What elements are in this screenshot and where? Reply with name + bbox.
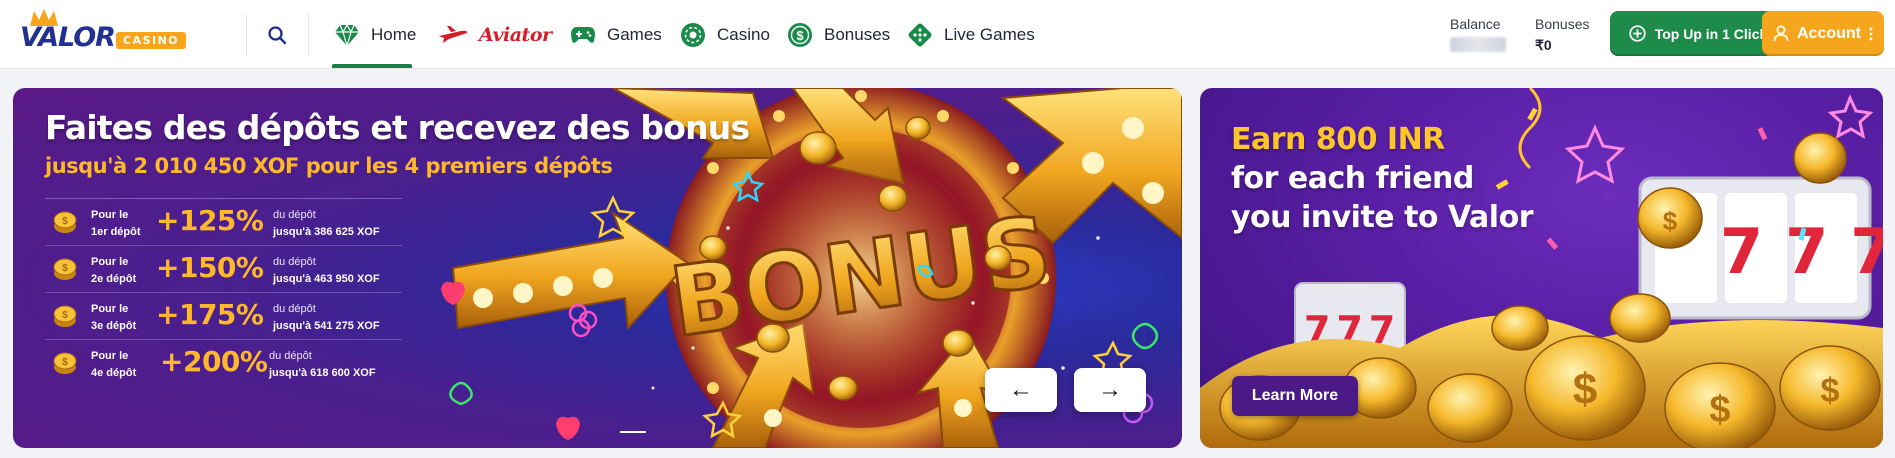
deposit-amount: jusqu'à 463 950 XOF <box>273 273 380 285</box>
carousel-pagination <box>620 431 646 433</box>
nav-active-indicator <box>332 64 412 68</box>
deposit-bonus-table: $ Pour le 1er dépôt +125% du dépôt jusqu'à… <box>45 198 402 386</box>
deposit-line2: 1er dépôt <box>91 226 141 238</box>
carousel-prev-button[interactable]: ← <box>985 368 1057 412</box>
arrow-left-icon: ← <box>1009 376 1033 403</box>
deposit-row: $ Pour le 1er dépôt +125% du dépôt jusqu'à… <box>45 198 402 245</box>
deposit-line2: 3e dépôt <box>91 320 137 332</box>
nav-home-label: Home <box>371 24 417 44</box>
brand-logo[interactable]: VALOR CASINO <box>16 8 187 58</box>
deposit-percent: +175% <box>156 298 264 331</box>
promo-title: Faites des dépôts et recevez des bonus <box>45 108 750 147</box>
deposit-row: $ Pour le 3e dépôt +175% du dépôt jusqu'à … <box>45 292 402 339</box>
nav-casino[interactable]: Casino <box>679 0 770 69</box>
dice-icon <box>906 21 934 49</box>
top-up-button[interactable]: Top Up in 1 Click <box>1610 11 1786 56</box>
svg-text:$: $ <box>1663 206 1678 236</box>
nav-games-label: Games <box>607 24 662 44</box>
deposit-bonus-banner[interactable]: BONUS Faites des dépôts et recevez des b… <box>13 88 1182 448</box>
dollar-coin-icon: $ <box>786 21 814 49</box>
user-icon <box>1773 25 1789 42</box>
arrow-right-icon: → <box>1098 376 1122 403</box>
deposit-of: du dépôt <box>273 303 316 315</box>
referral-banner[interactable]: 777 777 $$ $$ <box>1200 88 1883 448</box>
search-button[interactable] <box>262 20 292 50</box>
account-button[interactable]: Account <box>1762 11 1884 56</box>
logo-casino-tag: CASINO <box>116 32 187 49</box>
deposit-amount: jusqu'à 618 600 XOF <box>269 367 376 379</box>
referral-title: Earn 800 INR for each friend you invite … <box>1231 120 1533 237</box>
deposit-of: du dépôt <box>273 209 316 221</box>
nav-games[interactable]: Games <box>569 0 662 69</box>
nav-casino-label: Casino <box>717 24 770 44</box>
nav-live-games-label: Live Games <box>944 24 1035 44</box>
learn-more-button[interactable]: Learn More <box>1232 376 1358 416</box>
learn-more-label: Learn More <box>1251 387 1339 404</box>
coin-stack-icon: $ <box>53 352 77 374</box>
svg-text:$: $ <box>62 310 68 321</box>
referral-title-highlight: Earn 800 INR <box>1231 122 1445 157</box>
balance-block[interactable]: Balance <box>1450 16 1506 55</box>
carousel-next-button[interactable]: → <box>1074 368 1146 412</box>
deposit-line1: Pour le <box>91 256 129 268</box>
plus-circle-icon <box>1629 25 1646 42</box>
nav-bonuses-label: Bonuses <box>824 24 891 44</box>
top-up-label: Top Up in 1 Click <box>1654 25 1768 42</box>
deposit-percent: +200% <box>160 345 268 378</box>
referral-title-line3: you invite to Valor <box>1231 200 1533 235</box>
account-label: Account <box>1797 24 1861 42</box>
coin-stack-icon: $ <box>53 305 77 327</box>
bonuses-block[interactable]: Bonuses ₹0 <box>1535 16 1589 54</box>
airplane-icon <box>437 21 469 49</box>
svg-text:$: $ <box>62 357 68 368</box>
slot-reel-text: 777 <box>1720 215 1883 288</box>
promo-subtitle: jusqu'à 2 010 450 XOF pour les 4 premier… <box>45 154 613 178</box>
divider <box>246 14 247 56</box>
deposit-line1: Pour le <box>91 209 129 221</box>
deposit-of: du dépôt <box>273 256 316 268</box>
roulette-chip-icon <box>679 21 707 49</box>
bonuses-value: ₹0 <box>1535 37 1552 53</box>
deposit-percent: +125% <box>156 204 264 237</box>
more-vertical-icon <box>1869 27 1873 40</box>
nav-aviator[interactable]: Aviator <box>437 0 552 69</box>
bonuses-label: Bonuses <box>1535 16 1590 32</box>
diamond-icon <box>333 21 361 49</box>
svg-text:$: $ <box>1709 389 1730 431</box>
balance-value-hidden <box>1450 37 1506 52</box>
search-icon <box>268 26 287 45</box>
deposit-line2: 4e dépôt <box>91 367 137 379</box>
svg-text:$: $ <box>1821 372 1840 410</box>
coin-stack-icon: $ <box>53 211 77 233</box>
carousel-dot-active[interactable] <box>620 431 646 433</box>
svg-text:$: $ <box>62 263 68 274</box>
referral-title-line2: for each friend <box>1231 161 1474 196</box>
gamepad-icon <box>569 21 597 49</box>
svg-text:$: $ <box>1573 365 1597 414</box>
balance-label: Balance <box>1450 16 1501 32</box>
nav-home[interactable]: Home <box>333 0 416 69</box>
deposit-row: $ Pour le 2e dépôt +150% du dépôt jusqu'à … <box>45 245 402 292</box>
deposit-line1: Pour le <box>91 303 129 315</box>
deposit-amount: jusqu'à 541 275 XOF <box>273 320 380 332</box>
deposit-line1: Pour le <box>91 350 129 362</box>
svg-text:$: $ <box>62 216 68 227</box>
nav-aviator-label: Aviator <box>479 23 552 46</box>
top-header: VALOR CASINO Home Aviator Games Casino $… <box>0 0 1895 69</box>
nav-bonuses[interactable]: $ Bonuses <box>786 0 890 69</box>
deposit-of: du dépôt <box>269 350 312 362</box>
divider <box>308 14 309 56</box>
deposit-percent: +150% <box>156 251 264 284</box>
nav-live-games[interactable]: Live Games <box>906 0 1035 69</box>
svg-text:$: $ <box>796 28 804 43</box>
deposit-line2: 2e dépôt <box>91 273 137 285</box>
deposit-amount: jusqu'à 386 625 XOF <box>273 226 380 238</box>
logo-wordmark: VALOR <box>20 22 116 53</box>
coin-stack-icon: $ <box>53 258 77 280</box>
deposit-row: $ Pour le 4e dépôt +200% du dépôt jusqu'à … <box>45 339 402 386</box>
